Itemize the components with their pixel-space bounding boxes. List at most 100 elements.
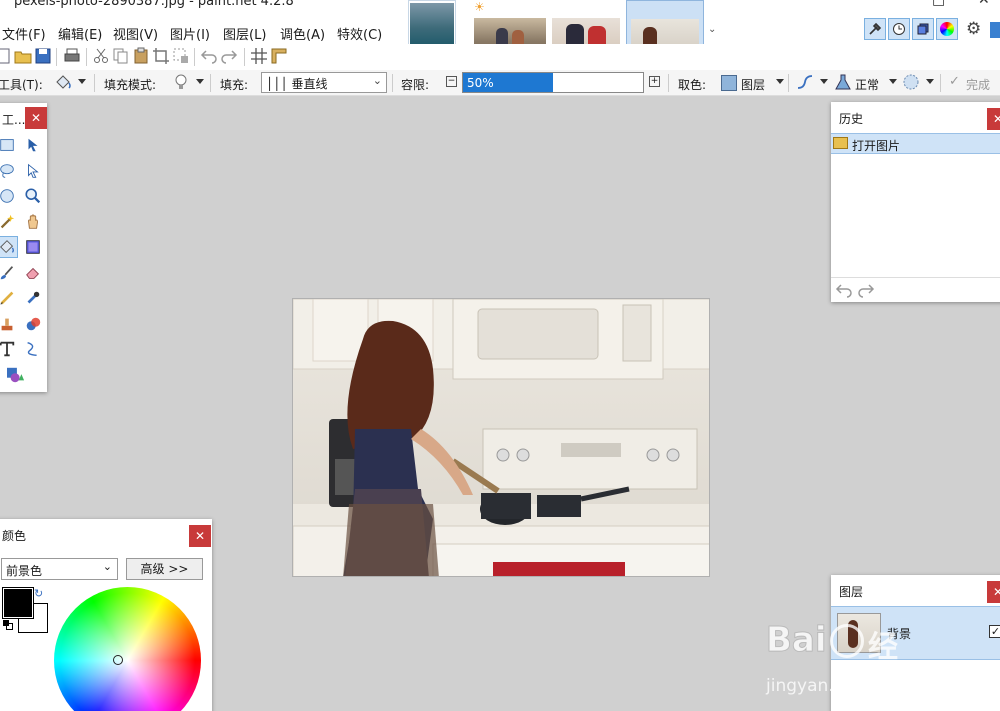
layers-window-toggle-icon[interactable] — [912, 18, 934, 40]
blend-mode-flask-icon[interactable] — [834, 73, 852, 91]
paint-bucket-tool-icon[interactable] — [54, 73, 72, 91]
line-curve-icon[interactable] — [22, 338, 44, 360]
ellipse-select-icon[interactable] — [0, 185, 18, 207]
crop-icon[interactable] — [152, 47, 170, 65]
history-undo-redo-icons[interactable] — [835, 283, 875, 299]
antialiasing-dropdown-arrow[interactable] — [820, 79, 828, 84]
layers-panel-close-button[interactable]: ✕ — [987, 581, 1000, 603]
layer-visibility-checkbox[interactable]: ✓ — [989, 625, 1000, 638]
menu-view[interactable]: 视图(V) — [113, 24, 158, 43]
shapes-icon[interactable] — [0, 364, 38, 386]
menu-layers[interactable]: 图层(L) — [223, 24, 266, 43]
tools-panel-close-button[interactable]: ✕ — [25, 107, 47, 129]
tool-options-bar: 工具(T): 填充模式: 填充: │││ 垂直线 ⌄ 容限: − 50% + 取… — [0, 70, 1000, 96]
new-image-icon[interactable] — [0, 47, 12, 65]
menu-adjust[interactable]: 调色(A) — [280, 24, 325, 43]
main-toolbar — [0, 44, 1000, 70]
sampling-dropdown-arrow[interactable] — [776, 79, 784, 84]
grid-icon[interactable] — [250, 47, 268, 65]
colors-window-toggle-icon[interactable] — [936, 18, 958, 40]
magic-wand-icon[interactable] — [0, 211, 18, 233]
done-button[interactable]: 完成 — [966, 76, 990, 93]
color-target-select[interactable]: 前景色 ⌄ — [1, 558, 118, 580]
primary-color-swatch[interactable] — [2, 587, 34, 619]
move-selected-icon[interactable] — [22, 160, 44, 182]
fill-label: 填充: — [220, 78, 249, 92]
save-icon[interactable] — [34, 47, 52, 65]
menu-effects[interactable]: 特效(C) — [337, 24, 382, 43]
gradient-icon[interactable] — [22, 236, 44, 258]
watermark-brand-tail: 经验 — [868, 630, 898, 709]
color-wheel[interactable] — [54, 587, 201, 711]
tool-dropdown-arrow[interactable] — [78, 79, 86, 84]
rectangle-select-icon[interactable] — [0, 134, 18, 156]
fill-mode-bulb-icon[interactable] — [172, 73, 190, 91]
reset-colors-icon[interactable] — [3, 620, 14, 631]
text-icon[interactable] — [0, 338, 18, 360]
selection-mode-icon[interactable] — [902, 73, 920, 91]
help-icon[interactable] — [990, 22, 1000, 38]
tools-window-toggle-icon[interactable] — [864, 18, 886, 40]
tolerance-slider[interactable]: 50% — [462, 72, 644, 93]
tool-label: 工具(T): — [0, 78, 43, 92]
color-wheel-selector[interactable] — [113, 655, 123, 665]
antialiasing-icon[interactable] — [796, 73, 814, 91]
selection-mode-dropdown-arrow[interactable] — [926, 79, 934, 84]
menu-edit[interactable]: 编辑(E) — [58, 24, 102, 43]
fill-select[interactable]: │││ 垂直线 ⌄ — [261, 72, 387, 93]
thumbnail-scroll-chevron-icon[interactable]: ⌄ — [708, 24, 716, 35]
fill-mode-dropdown-arrow[interactable] — [196, 79, 204, 84]
copy-icon[interactable] — [112, 47, 130, 65]
watermark-brand: Bai — [766, 620, 828, 661]
settings-gear-icon[interactable]: ⚙ — [966, 19, 981, 39]
paste-icon[interactable] — [132, 47, 150, 65]
history-item[interactable]: 打开图片 — [831, 133, 1000, 154]
tolerance-minus-button[interactable]: − — [446, 76, 457, 87]
history-item-label: 打开图片 — [852, 139, 901, 153]
close-window-button[interactable]: ✕ — [978, 0, 990, 8]
undo-icon[interactable] — [200, 47, 218, 65]
print-icon[interactable] — [63, 47, 81, 65]
history-panel-close-button[interactable]: ✕ — [987, 108, 1000, 130]
menu-file[interactable]: 文件(F) — [2, 24, 46, 43]
recolor-icon[interactable] — [22, 313, 44, 335]
chevron-down-icon: ⌄ — [102, 560, 112, 573]
pan-hand-icon[interactable] — [22, 211, 44, 233]
color-picker-icon[interactable] — [22, 287, 44, 309]
blend-mode-dropdown-arrow[interactable] — [889, 79, 897, 84]
eraser-icon[interactable] — [22, 262, 44, 284]
colors-panel-title: 颜色 — [2, 529, 27, 543]
open-folder-icon — [833, 137, 848, 149]
deselect-icon[interactable] — [172, 47, 190, 65]
move-selection-icon[interactable] — [22, 134, 44, 156]
color-target-value: 前景色 — [6, 564, 43, 578]
blend-mode-value[interactable]: 正常 — [855, 76, 879, 93]
cut-icon[interactable] — [92, 47, 110, 65]
sampling-label: 取色: — [678, 78, 707, 92]
pencil-icon[interactable] — [0, 287, 18, 309]
zoom-icon[interactable] — [22, 185, 44, 207]
checkmark-icon: ✓ — [949, 74, 960, 89]
redo-icon[interactable] — [220, 47, 238, 65]
swap-colors-icon[interactable]: ↻ — [34, 587, 43, 600]
maximize-button[interactable]: □ — [932, 0, 945, 8]
ruler-icon[interactable] — [270, 47, 288, 65]
colors-panel: 颜色 ✕ 前景色 ⌄ 高级 >> ↻ — [0, 519, 212, 711]
tolerance-plus-button[interactable]: + — [649, 76, 660, 87]
advanced-colors-button[interactable]: 高级 >> — [126, 558, 203, 580]
lasso-select-icon[interactable] — [0, 160, 18, 182]
sampling-layer-icon[interactable] — [721, 75, 737, 91]
colors-panel-close-button[interactable]: ✕ — [189, 525, 211, 547]
paint-bucket-icon[interactable] — [0, 236, 18, 258]
open-folder-icon[interactable] — [14, 47, 32, 65]
menu-image[interactable]: 图片(I) — [170, 24, 210, 43]
sampling-value[interactable]: 图层 — [741, 76, 765, 93]
clone-stamp-icon[interactable] — [0, 313, 18, 335]
history-window-toggle-icon[interactable] — [888, 18, 910, 40]
paintbrush-icon[interactable] — [0, 262, 18, 284]
layers-panel-title: 图层 — [839, 585, 864, 599]
window-title: pexels-photo-2890387.jpg - paint.net 4.2… — [14, 0, 294, 9]
image-canvas[interactable] — [292, 298, 710, 577]
sun-icon: ☀ — [474, 0, 485, 14]
tolerance-value: 50% — [467, 76, 494, 90]
